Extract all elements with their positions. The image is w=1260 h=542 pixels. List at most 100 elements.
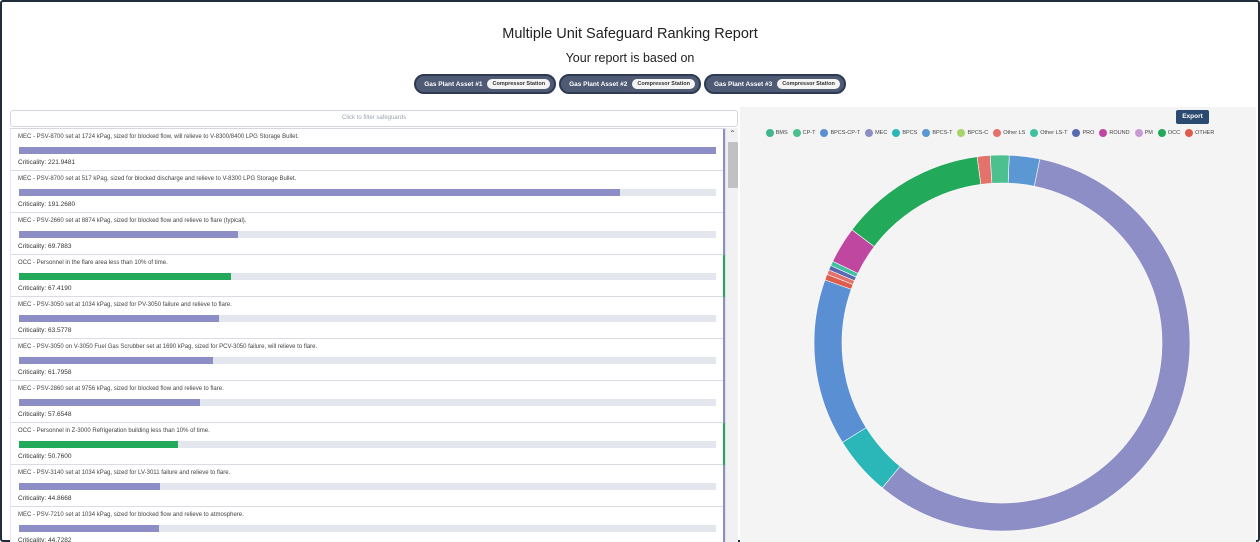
asset-pill[interactable]: Gas Plant Asset #3 Compressor Station xyxy=(703,74,846,94)
safeguard-item[interactable]: OCC - Personnel in the flare area less t… xyxy=(11,255,725,297)
legend-item[interactable]: OTHER xyxy=(1185,129,1214,137)
legend-item[interactable]: ROUND xyxy=(1099,129,1130,137)
safeguard-item[interactable]: OCC - Personnel in Z-3000 Refrigeration … xyxy=(11,423,725,465)
legend-item[interactable]: PM xyxy=(1134,129,1153,137)
safeguard-donut-chart xyxy=(813,154,1191,532)
safeguard-item[interactable]: MEC - PSV-8700 set at 1724 kPag, sized f… xyxy=(11,129,725,171)
criticality-bar-fill xyxy=(19,189,620,196)
legend-item[interactable]: Other LS-T xyxy=(1030,129,1067,137)
safeguard-item[interactable]: MEC - PSV-3050 on V-3050 Fuel Gas Scrubb… xyxy=(11,339,725,381)
criticality-value: Criticality: 221.9481 xyxy=(18,159,76,166)
scroll-up-icon[interactable]: ⌃ xyxy=(726,128,739,140)
criticality-bar-fill xyxy=(19,399,201,406)
legend-item[interactable]: PRO xyxy=(1072,129,1094,137)
safeguard-description: MEC - PSV-7210 set at 1034 kPag, sized f… xyxy=(18,512,244,518)
criticality-bar-fill xyxy=(19,273,231,280)
criticality-bar-track xyxy=(19,189,716,196)
page-title: Multiple Unit Safeguard Ranking Report xyxy=(502,26,758,42)
safeguard-item[interactable]: MEC - PSV-8700 set at 517 kPag, sized fo… xyxy=(11,171,725,213)
asset-name: Gas Plant Asset #3 xyxy=(713,80,773,88)
scroll-thumb[interactable] xyxy=(728,142,738,188)
legend-item[interactable]: Other LS xyxy=(993,129,1025,137)
legend-swatch xyxy=(765,129,774,137)
criticality-bar-track xyxy=(19,399,716,406)
safeguard-description: MEC - PSV-3050 set at 1034 kPag, sized f… xyxy=(18,302,232,308)
page-subtitle: Your report is based on xyxy=(565,51,695,65)
legend-swatch xyxy=(1072,129,1081,137)
criticality-bar-track xyxy=(19,147,716,154)
legend-label: BPCS-C xyxy=(967,130,989,136)
asset-tag: Compressor Station xyxy=(632,79,695,89)
asset-name: Gas Plant Asset #1 xyxy=(424,80,483,88)
criticality-value: Criticality: 67.4190 xyxy=(18,285,72,292)
legend-item[interactable]: CP-T xyxy=(792,129,816,137)
legend-item[interactable]: BPCS-CP-T xyxy=(820,129,860,137)
legend-item[interactable]: MEC xyxy=(865,129,887,137)
safeguard-item[interactable]: MEC - PSV-7210 set at 1034 kPag, sized f… xyxy=(11,507,725,542)
criticality-bar-track xyxy=(19,357,716,364)
legend-swatch xyxy=(820,129,829,137)
legend-swatch xyxy=(1099,129,1108,137)
criticality-bar-track xyxy=(19,273,716,280)
criticality-bar-track xyxy=(19,483,716,490)
asset-pill[interactable]: Gas Plant Asset #1 Compressor Station xyxy=(414,74,557,94)
criticality-bar-fill xyxy=(19,483,160,490)
safeguard-item[interactable]: MEC - PSV-2860 set at 9756 kPag, sized f… xyxy=(11,381,725,423)
legend-swatch xyxy=(922,129,931,137)
safeguard-description: MEC - PSV-8700 set at 517 kPag, sized fo… xyxy=(18,176,297,182)
legend-item[interactable]: BPCS-T xyxy=(922,129,952,137)
safeguard-filter-input[interactable]: Click to filter safeguards xyxy=(10,110,738,127)
legend-label: BMS xyxy=(775,130,788,136)
donut-slice-mec[interactable] xyxy=(881,158,1191,532)
donut-slice-bpcs-cp-t[interactable] xyxy=(813,279,867,443)
legend-swatch xyxy=(957,129,966,137)
legend-label: BPCS-T xyxy=(932,130,953,136)
legend-item[interactable]: BPCS-C xyxy=(957,129,988,137)
legend-label: OTHER xyxy=(1195,130,1215,136)
legend-item[interactable]: OCC xyxy=(1157,129,1181,137)
report-header: Multiple Unit Safeguard Ranking Report Y… xyxy=(2,2,1258,108)
export-button[interactable]: Export xyxy=(1176,110,1209,124)
legend-label: PRO xyxy=(1082,130,1095,136)
asset-name: Gas Plant Asset #2 xyxy=(569,80,628,88)
criticality-bar-fill xyxy=(19,441,179,448)
chart-legend: BMS CP-T BPCS-CP-T MEC BPCS BPCS-T BPCS-C Other… xyxy=(760,129,1220,137)
legend-label: ROUND xyxy=(1109,130,1130,136)
asset-tag: Compressor Station xyxy=(777,79,840,89)
legend-label: OCC xyxy=(1167,130,1181,136)
criticality-bar-track xyxy=(19,231,716,238)
criticality-value: Criticality: 44.7282 xyxy=(18,537,72,542)
criticality-value: Criticality: 69.7883 xyxy=(18,243,72,250)
safeguard-item[interactable]: MEC - PSV-3140 set at 1034 kPag, sized f… xyxy=(11,465,725,507)
legend-label: BPCS xyxy=(902,130,918,136)
legend-swatch xyxy=(1157,129,1166,137)
donut-slice-cp-t[interactable] xyxy=(989,154,1010,184)
legend-swatch xyxy=(993,129,1002,137)
criticality-value: Criticality: 44.8668 xyxy=(18,495,72,502)
legend-item[interactable]: BPCS xyxy=(892,129,917,137)
criticality-bar-track xyxy=(19,525,716,532)
legend-item[interactable]: BMS xyxy=(765,129,788,137)
safeguard-description: OCC - Personnel in the flare area less t… xyxy=(18,260,168,266)
criticality-bar-fill xyxy=(19,525,160,532)
safeguard-description: MEC - PSV-2660 set at 8874 kPag, sized f… xyxy=(18,218,247,224)
criticality-bar-fill xyxy=(19,315,219,322)
criticality-bar-track xyxy=(19,315,716,322)
asset-pill[interactable]: Gas Plant Asset #2 Compressor Station xyxy=(559,74,701,94)
criticality-bar-track xyxy=(19,441,716,448)
legend-label: CP-T xyxy=(802,130,816,136)
safeguard-description: MEC - PSV-3050 on V-3050 Fuel Gas Scrubb… xyxy=(18,344,318,350)
donut-slice-occ[interactable] xyxy=(851,156,982,248)
legend-label: PM xyxy=(1144,130,1153,136)
list-scrollbar[interactable]: ⌃ xyxy=(725,128,738,542)
legend-label: Other LS xyxy=(1003,130,1026,136)
safeguard-description: OCC - Personnel in Z-3000 Refrigeration … xyxy=(18,428,210,434)
safeguard-description: MEC - PSV-2860 set at 9756 kPag, sized f… xyxy=(18,386,224,392)
safeguard-item[interactable]: MEC - PSV-3050 set at 1034 kPag, sized f… xyxy=(11,297,725,339)
legend-swatch xyxy=(1185,129,1194,137)
safeguard-item[interactable]: MEC - PSV-2660 set at 8874 kPag, sized f… xyxy=(11,213,725,255)
criticality-value: Criticality: 191.2680 xyxy=(18,201,76,208)
safeguard-list: MEC - PSV-8700 set at 1724 kPag, sized f… xyxy=(10,128,738,542)
legend-label: BPCS-CP-T xyxy=(830,130,861,136)
criticality-value: Criticality: 50.7600 xyxy=(18,453,72,460)
